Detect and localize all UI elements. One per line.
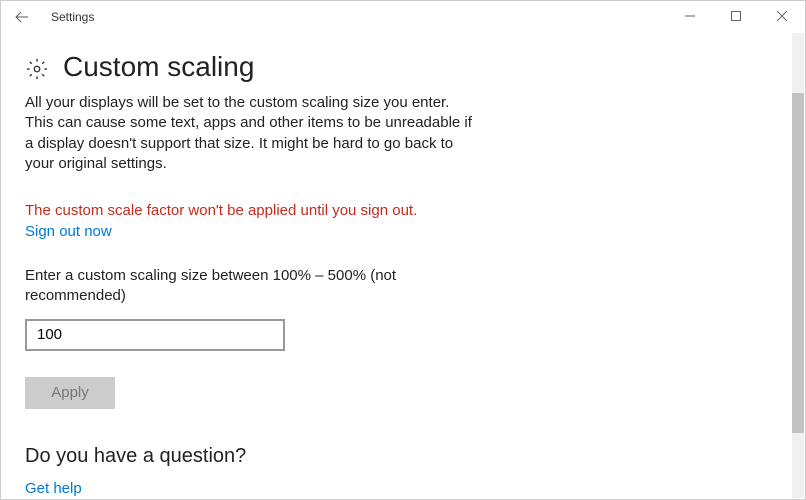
signout-link[interactable]: Sign out now	[25, 223, 112, 240]
page-title: Custom scaling	[63, 51, 254, 83]
minimize-icon	[685, 11, 695, 21]
maximize-button[interactable]	[713, 1, 759, 31]
gear-icon	[25, 57, 49, 81]
window-controls	[667, 1, 805, 31]
scrollbar-thumb[interactable]	[792, 93, 804, 433]
description-text: All your displays will be set to the cus…	[25, 93, 475, 174]
warning-text: The custom scale factor won't be applied…	[25, 200, 767, 221]
minimize-button[interactable]	[667, 1, 713, 31]
close-button[interactable]	[759, 1, 805, 31]
page-header: Custom scaling	[25, 51, 767, 83]
back-arrow-icon	[14, 9, 30, 25]
window-title: Settings	[51, 10, 94, 24]
help-link[interactable]: Get help	[25, 480, 82, 497]
titlebar: Settings	[1, 1, 805, 33]
content-area: Custom scaling All your displays will be…	[1, 33, 791, 499]
scale-field-label: Enter a custom scaling size between 100%…	[25, 266, 425, 307]
scale-input[interactable]	[25, 319, 285, 351]
apply-button[interactable]: Apply	[25, 377, 115, 409]
question-heading: Do you have a question?	[25, 445, 767, 468]
back-button[interactable]	[1, 1, 43, 33]
maximize-icon	[731, 11, 741, 21]
vertical-scrollbar[interactable]	[792, 33, 804, 498]
close-icon	[777, 11, 787, 21]
